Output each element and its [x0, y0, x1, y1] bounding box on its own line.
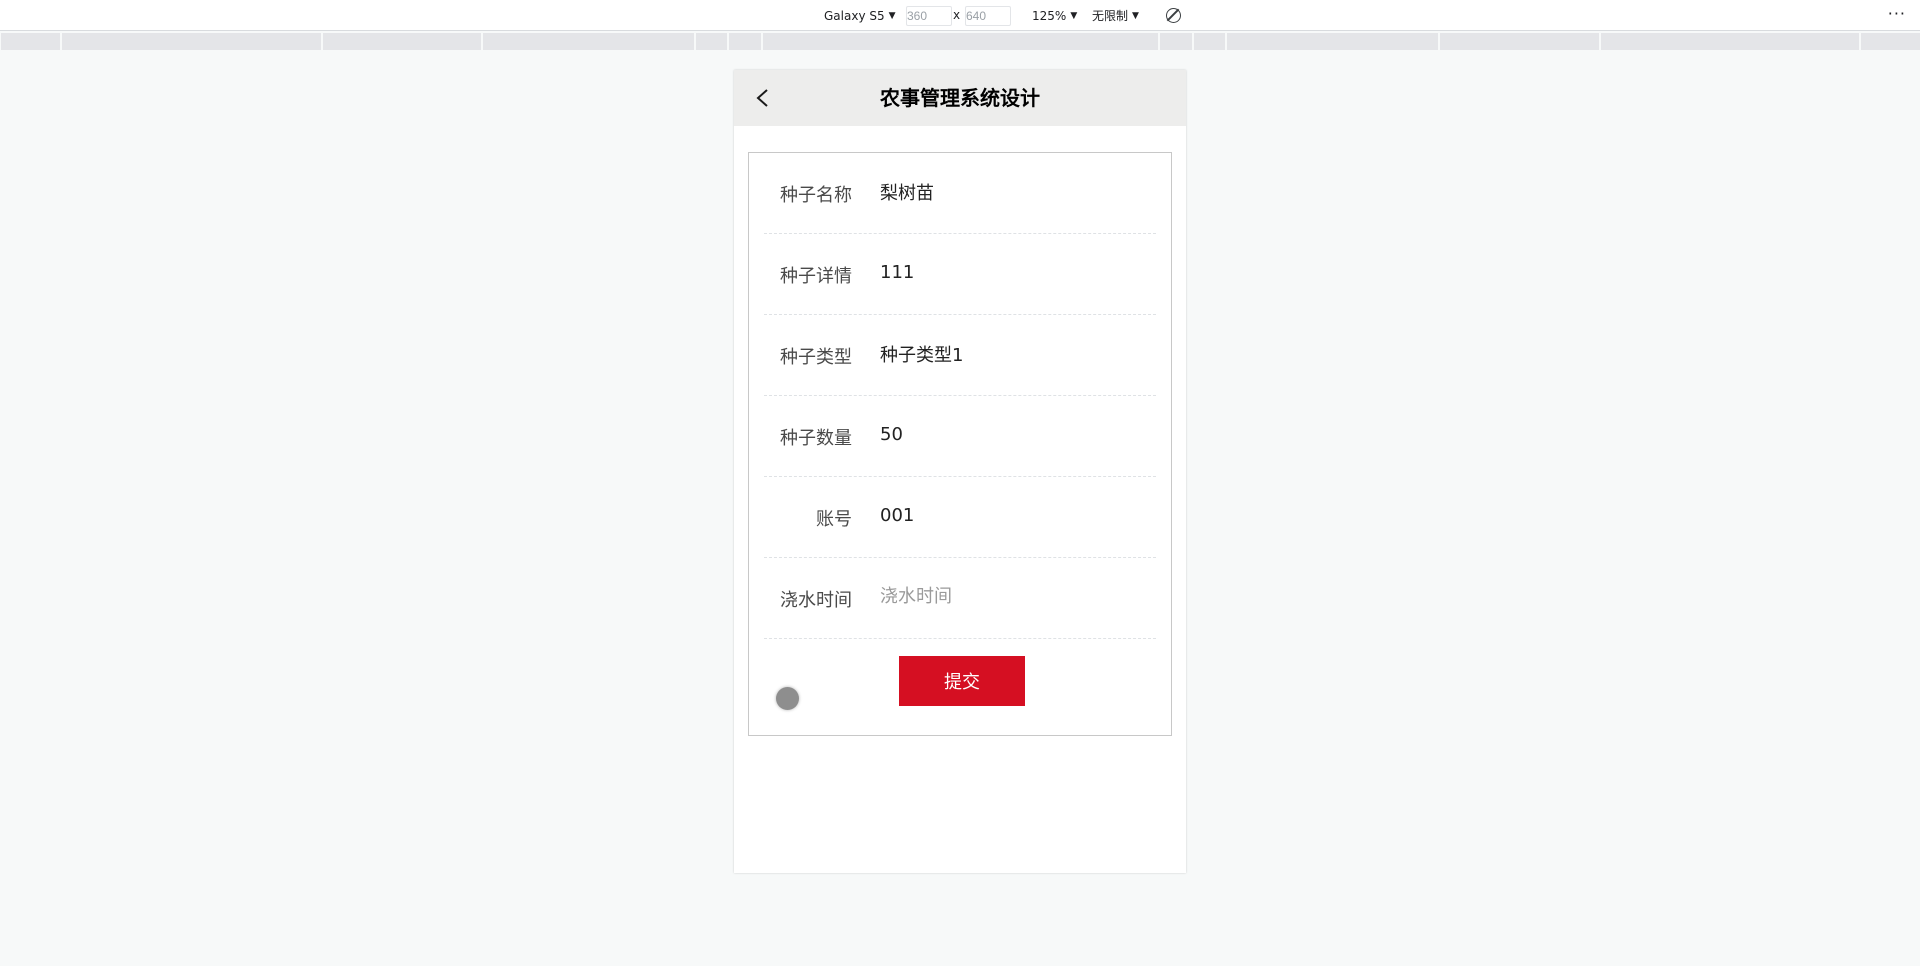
zoom-value: 125% — [1032, 8, 1067, 23]
media-query-segment[interactable] — [61, 33, 321, 50]
rotate-disabled-icon[interactable] — [1166, 8, 1181, 23]
touch-cursor-icon — [776, 687, 799, 710]
page-title: 农事管理系统设计 — [880, 86, 1040, 110]
media-query-bar — [0, 33, 1920, 50]
field-label: 种子详情 — [780, 266, 852, 287]
dimension-separator: x — [953, 8, 961, 22]
form-row-seed-quantity: 种子数量 — [764, 396, 1156, 477]
form-row-seed-name: 种子名称 — [764, 153, 1156, 234]
more-options-icon[interactable]: ··· — [1888, 4, 1906, 23]
media-query-segment[interactable] — [1160, 33, 1193, 50]
throttling-value: 无限制 — [1092, 9, 1129, 23]
form-row-watering-time: 浇水时间 — [764, 558, 1156, 639]
width-input[interactable] — [906, 6, 952, 26]
media-query-segment[interactable] — [1194, 33, 1226, 50]
throttling-selector[interactable]: 无限制 ▼ — [1092, 7, 1139, 24]
caret-down-icon: ▼ — [1132, 10, 1139, 21]
submit-button[interactable]: 提交 — [899, 656, 1025, 706]
form-row-seed-type: 种子类型 — [764, 315, 1156, 396]
media-query-segment[interactable] — [1439, 33, 1599, 50]
media-query-segment[interactable] — [1600, 33, 1860, 50]
seed-form: 种子名称 种子详情 种子类型 种子数量 账号 浇水时间 提交 — [748, 152, 1172, 736]
height-input[interactable] — [965, 6, 1011, 26]
nav-bar: 农事管理系统设计 — [734, 70, 1186, 126]
form-row-seed-detail: 种子详情 — [764, 234, 1156, 315]
media-query-segment[interactable] — [1861, 33, 1920, 50]
field-label: 账号 — [816, 509, 852, 530]
device-viewport: 农事管理系统设计 种子名称 种子详情 种子类型 种子数量 账号 浇水时间 — [734, 70, 1186, 873]
field-label: 种子类型 — [780, 347, 852, 368]
media-query-segment[interactable] — [322, 33, 482, 50]
media-query-segment[interactable] — [1227, 33, 1438, 50]
media-query-segment[interactable] — [483, 33, 694, 50]
field-label: 浇水时间 — [780, 590, 852, 611]
device-toolbar: Galaxy S5 ▼ x 125% ▼ 无限制 ▼ ··· — [0, 0, 1920, 31]
field-label: 种子名称 — [780, 185, 852, 206]
seed-name-input[interactable] — [880, 181, 1140, 202]
media-query-segment[interactable] — [728, 33, 761, 50]
media-query-segment[interactable] — [762, 33, 1159, 50]
caret-down-icon: ▼ — [1070, 10, 1078, 21]
device-selector[interactable]: Galaxy S5 ▼ — [824, 7, 896, 24]
seed-detail-input[interactable] — [880, 262, 1140, 283]
media-query-segment[interactable] — [1, 33, 60, 50]
watering-time-input[interactable] — [880, 586, 1140, 607]
field-label: 种子数量 — [780, 428, 852, 449]
media-query-segment[interactable] — [695, 33, 727, 50]
caret-down-icon: ▼ — [888, 10, 896, 21]
zoom-selector[interactable]: 125% ▼ — [1032, 7, 1077, 24]
seed-type-input[interactable] — [880, 343, 1140, 364]
account-input[interactable] — [880, 505, 1140, 526]
seed-quantity-input[interactable] — [880, 424, 1140, 445]
device-name: Galaxy S5 — [824, 8, 885, 23]
form-row-account: 账号 — [764, 477, 1156, 558]
chevron-left-icon[interactable] — [754, 88, 774, 108]
